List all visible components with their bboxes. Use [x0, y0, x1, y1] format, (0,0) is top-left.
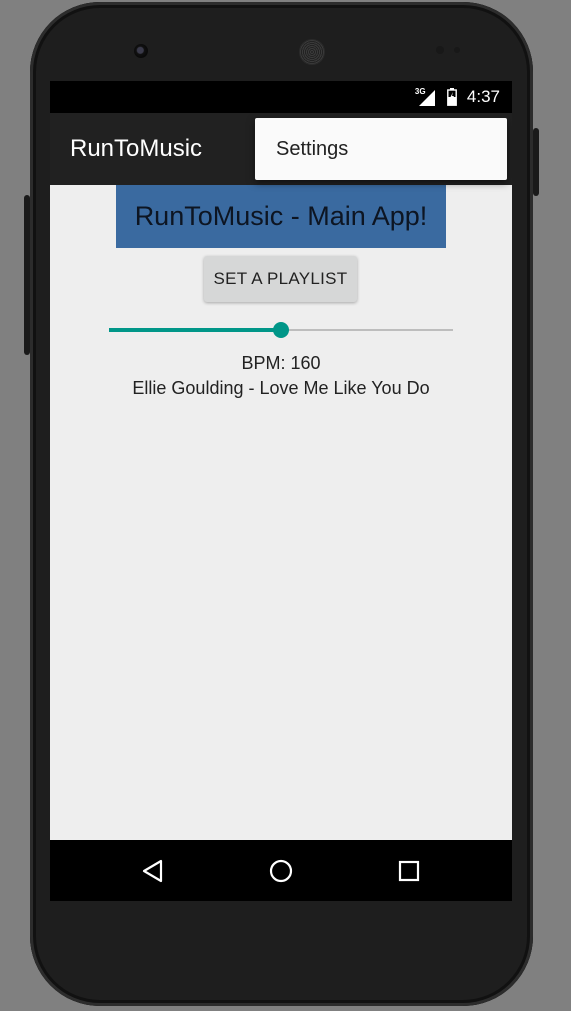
earpiece-speaker	[299, 39, 325, 65]
bpm-label: BPM: 160	[241, 353, 321, 373]
overflow-menu: Settings	[255, 118, 507, 180]
menu-item-settings[interactable]: Settings	[255, 118, 507, 180]
now-playing-label: Ellie Goulding - Love Me Like You Do	[132, 378, 430, 398]
battery-icon	[447, 88, 457, 106]
recents-icon[interactable]	[396, 858, 422, 884]
status-bar: 3G 4:37	[50, 81, 512, 113]
main-header: RunToMusic - Main App!	[116, 185, 446, 248]
slider-thumb[interactable]	[273, 322, 289, 338]
power-button	[24, 195, 30, 355]
home-icon[interactable]	[268, 858, 294, 884]
proximity-sensor	[436, 46, 444, 54]
set-playlist-button[interactable]: SET A PLAYLIST	[204, 256, 357, 302]
back-icon[interactable]	[140, 858, 166, 884]
front-camera	[134, 44, 148, 58]
slider-fill	[109, 328, 281, 332]
device-screen: 3G 4:37 RunToMusic Settings RunToMusic -…	[50, 81, 512, 901]
main-content: RunToMusic - Main App! SET A PLAYLIST BP…	[50, 185, 512, 840]
volume-button	[533, 128, 539, 196]
bpm-slider[interactable]	[109, 319, 453, 341]
navigation-bar	[50, 840, 512, 901]
status-time: 4:37	[466, 87, 500, 106]
light-sensor	[454, 47, 460, 53]
app-title: RunToMusic	[70, 135, 203, 162]
cell-signal-icon: 3G	[415, 87, 437, 106]
